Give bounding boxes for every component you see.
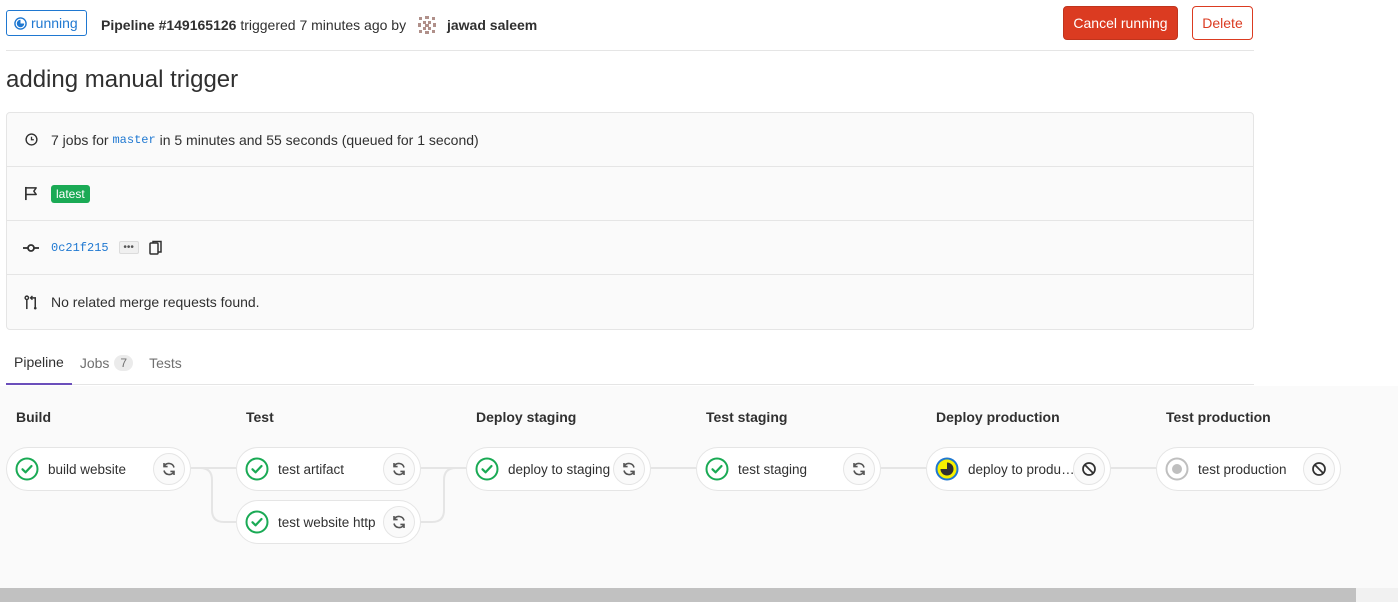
delete-button[interactable]: Delete [1192, 6, 1253, 40]
pipeline-info: Pipeline #149165126 triggered 7 minutes … [101, 15, 537, 35]
tab-pipeline-label: Pipeline [14, 353, 64, 370]
job-build-website[interactable]: build website [6, 447, 191, 491]
latest-badge[interactable]: latest [51, 184, 90, 203]
job-test-website-http[interactable]: test website http [236, 500, 421, 544]
merge-requests-text: No related merge requests found. [51, 294, 260, 310]
retry-icon[interactable] [383, 506, 415, 538]
tags-row: latest [7, 167, 1253, 221]
stage-title-build: Build [16, 409, 51, 425]
tab-tests[interactable]: Tests [141, 340, 190, 385]
commit-sha-link[interactable]: 0c21f215 [51, 241, 109, 255]
commit-icon [23, 240, 39, 256]
merge-requests-row: No related merge requests found. [7, 275, 1253, 329]
horizontal-scrollbar[interactable] [0, 588, 1398, 602]
job-name: deploy to staging [508, 461, 611, 477]
triggered-text: triggered 7 minutes ago by [236, 17, 410, 33]
stage-title-test-production: Test production [1166, 409, 1271, 425]
stage-title-deploy-production: Deploy production [936, 409, 1060, 425]
scrollbar-thumb[interactable] [0, 588, 1356, 602]
status-label: running [31, 15, 78, 31]
clock-icon [23, 132, 39, 148]
pipeline-header: running Pipeline #149165126 triggered 7 … [6, 6, 1254, 51]
job-test-staging[interactable]: test staging [696, 447, 881, 491]
status-badge[interactable]: running [6, 10, 87, 36]
job-name: test website http [278, 514, 376, 530]
jobs-summary-row: 7 jobs for master in 5 minutes and 55 se… [7, 113, 1253, 167]
pipeline-graph: Build Test Deploy staging Test staging D… [0, 386, 1398, 588]
job-test-production[interactable]: test production [1156, 447, 1341, 491]
jobs-count-badge: 7 [114, 354, 134, 371]
stage-title-test: Test [246, 409, 274, 425]
job-name: test production [1198, 461, 1287, 477]
copy-icon[interactable] [148, 240, 163, 256]
tab-jobs[interactable]: Jobs 7 [72, 340, 141, 385]
status-running-icon [935, 457, 959, 481]
expand-commit-button[interactable]: ••• [118, 241, 139, 254]
page-title: adding manual trigger [6, 66, 239, 93]
job-name: test staging [738, 461, 808, 477]
pipeline-tabs: Pipeline Jobs 7 Tests [6, 340, 1254, 385]
tab-tests-label: Tests [149, 354, 182, 371]
tab-jobs-label: Jobs [79, 354, 110, 371]
stage-title-deploy-staging: Deploy staging [476, 409, 577, 425]
job-deploy-to-staging[interactable]: deploy to staging [466, 447, 651, 491]
cancel-icon[interactable] [1073, 453, 1105, 485]
stage-title-test-staging: Test staging [706, 409, 788, 425]
jobs-summary-suffix: in 5 minutes and 55 seconds (queued for … [155, 131, 479, 148]
pipeline-id: Pipeline #149165126 [101, 17, 237, 33]
merge-request-icon [23, 294, 39, 310]
flag-icon [23, 186, 39, 202]
retry-icon[interactable] [843, 453, 875, 485]
avatar[interactable] [416, 15, 437, 35]
jobs-summary-prefix: 7 jobs for [51, 131, 113, 148]
status-success-icon [245, 457, 269, 481]
status-created-icon [1165, 457, 1189, 481]
job-test-artifact[interactable]: test artifact [236, 447, 421, 491]
retry-icon[interactable] [613, 453, 645, 485]
status-success-icon [705, 457, 729, 481]
job-name: build website [48, 461, 127, 477]
branch-link[interactable]: master [112, 133, 155, 147]
retry-icon[interactable] [153, 453, 185, 485]
running-icon [14, 16, 27, 30]
status-success-icon [245, 510, 269, 534]
cancel-running-button[interactable]: Cancel running [1063, 6, 1178, 40]
status-success-icon [15, 457, 39, 481]
status-success-icon [475, 457, 499, 481]
commit-row: 0c21f215 ••• [7, 221, 1253, 275]
pipeline-details: 7 jobs for master in 5 minutes and 55 se… [6, 112, 1254, 330]
tab-pipeline[interactable]: Pipeline [6, 340, 72, 385]
retry-icon[interactable] [383, 453, 415, 485]
job-name: deploy to production [968, 461, 1078, 477]
job-deploy-to-production[interactable]: deploy to production [926, 447, 1111, 491]
job-name: test artifact [278, 461, 345, 477]
author-link[interactable]: jawad saleem [447, 17, 537, 33]
cancel-icon[interactable] [1303, 453, 1335, 485]
